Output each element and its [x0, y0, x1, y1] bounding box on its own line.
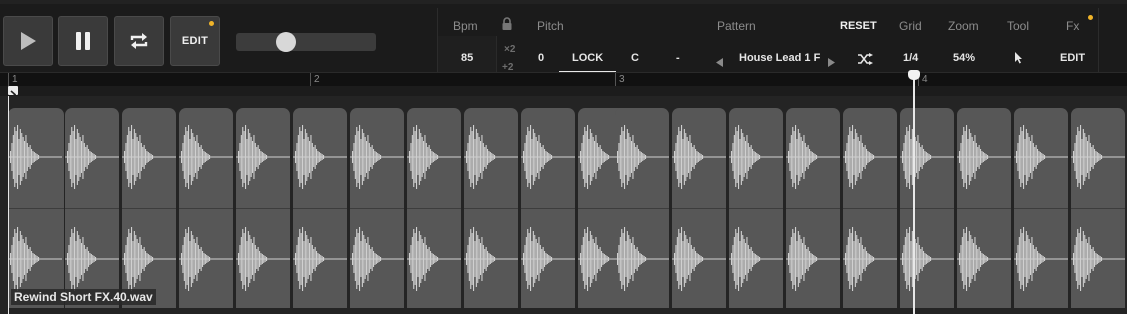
- clip-slice[interactable]: [407, 108, 461, 308]
- clip-slice[interactable]: [122, 108, 176, 308]
- clip-slice[interactable]: [464, 108, 518, 308]
- channel-divider: [1071, 208, 1125, 209]
- channel-divider: [843, 208, 897, 209]
- clip-slice[interactable]: [350, 108, 404, 308]
- edit-button[interactable]: EDIT: [170, 16, 220, 66]
- channel-divider: [464, 208, 518, 209]
- clip-slice[interactable]: [843, 108, 897, 308]
- channel-divider: [236, 208, 290, 209]
- clip-slice[interactable]: [65, 108, 119, 308]
- pause-button[interactable]: [58, 16, 108, 66]
- channel-divider: [293, 208, 347, 209]
- clip-slice[interactable]: [957, 108, 1011, 308]
- clip-slice[interactable]: [236, 108, 290, 308]
- clip-slice[interactable]: [8, 108, 64, 308]
- bpm-label: Bpm: [453, 19, 478, 33]
- ruler-tick: [8, 73, 9, 87]
- timeline-ruler[interactable]: 1 2 3 4: [0, 72, 1127, 87]
- clip-slice[interactable]: [1071, 108, 1125, 308]
- loop-start-marker[interactable]: [8, 86, 18, 99]
- volume-slider-thumb[interactable]: [275, 32, 296, 52]
- playhead[interactable]: [913, 76, 915, 314]
- reset-button[interactable]: RESET: [840, 20, 877, 32]
- channel-divider: [1014, 208, 1068, 209]
- grid-value[interactable]: 1/4: [903, 52, 918, 64]
- ruler-label: 1: [12, 74, 18, 85]
- clip-slice[interactable]: [729, 108, 783, 308]
- clip-slice[interactable]: [179, 108, 233, 308]
- zoom-label: Zoom: [948, 19, 979, 33]
- pause-icon: [76, 32, 90, 50]
- ruler-label: 2: [314, 74, 320, 85]
- triangle-left-icon[interactable]: [716, 54, 724, 72]
- channel-divider: [122, 208, 176, 209]
- playhead-handle[interactable]: [908, 70, 920, 80]
- zoom-value[interactable]: 54%: [953, 52, 975, 64]
- clip-slice[interactable]: [615, 108, 669, 308]
- bpm-value[interactable]: 85: [461, 52, 473, 64]
- channel-divider: [521, 208, 575, 209]
- ruler-label: 4: [922, 74, 928, 85]
- triangle-right-icon[interactable]: [828, 54, 836, 72]
- clip-name-label: Rewind Short FX.40.wav: [11, 289, 156, 305]
- clip-slice[interactable]: [786, 108, 840, 308]
- channel-divider: [615, 208, 669, 209]
- fx-label: Fx: [1066, 19, 1080, 33]
- ruler-tick: [615, 73, 616, 87]
- ruler-label: 3: [619, 74, 625, 85]
- clip-slice[interactable]: [1014, 108, 1068, 308]
- edit-button-label: EDIT: [181, 35, 209, 47]
- channel-divider: [729, 208, 783, 209]
- channel-divider: [350, 208, 404, 209]
- channel-divider: [900, 208, 954, 209]
- pattern-parameters: Bpm 85 ×2 +2 Pitch 0 LOCK C - Pattern Ho…: [437, 8, 1099, 76]
- cursor-icon[interactable]: [1014, 51, 1023, 69]
- lock-toggle[interactable]: LOCK: [572, 52, 603, 64]
- clip-start-line: [8, 96, 9, 314]
- clip-slice[interactable]: [293, 108, 347, 308]
- volume-slider[interactable]: [236, 32, 376, 52]
- channel-divider: [407, 208, 461, 209]
- audio-clip-lane[interactable]: [0, 96, 1127, 314]
- channel-divider: [179, 208, 233, 209]
- channel-divider: [786, 208, 840, 209]
- loop-icon: [130, 33, 148, 49]
- play-button[interactable]: [3, 16, 53, 66]
- tool-label: Tool: [1007, 19, 1030, 33]
- pitch-value[interactable]: 0: [538, 52, 544, 64]
- pitch-multiplier-x2[interactable]: ×2: [504, 44, 515, 55]
- fx-edit-button[interactable]: EDIT: [1060, 52, 1085, 64]
- channel-divider: [957, 208, 1011, 209]
- transport-toolbar: EDIT Bpm 85 ×2 +2 Pitch 0 LOCK C - Patte…: [0, 0, 1127, 76]
- key-value[interactable]: C: [631, 52, 639, 64]
- pattern-label: Pattern: [717, 19, 756, 33]
- clip-slice[interactable]: [672, 108, 726, 308]
- lock-icon[interactable]: [501, 17, 513, 36]
- key-suffix: -: [676, 52, 680, 64]
- marker-strip: [0, 86, 1127, 99]
- grid-label: Grid: [899, 19, 922, 33]
- fx-indicator-dot: [1088, 15, 1093, 20]
- pitch-label: Pitch: [537, 19, 564, 33]
- channel-divider: [65, 208, 119, 209]
- channel-divider: [8, 208, 64, 209]
- ruler-tick: [310, 73, 311, 87]
- play-icon: [21, 32, 36, 50]
- clip-slice[interactable]: [900, 108, 954, 308]
- edit-indicator-dot: [209, 21, 214, 26]
- pattern-value[interactable]: House Lead 1 F: [739, 52, 820, 64]
- channel-divider: [672, 208, 726, 209]
- loop-button[interactable]: [114, 16, 164, 66]
- clip-slice[interactable]: [521, 108, 575, 308]
- shuffle-icon[interactable]: [858, 52, 873, 70]
